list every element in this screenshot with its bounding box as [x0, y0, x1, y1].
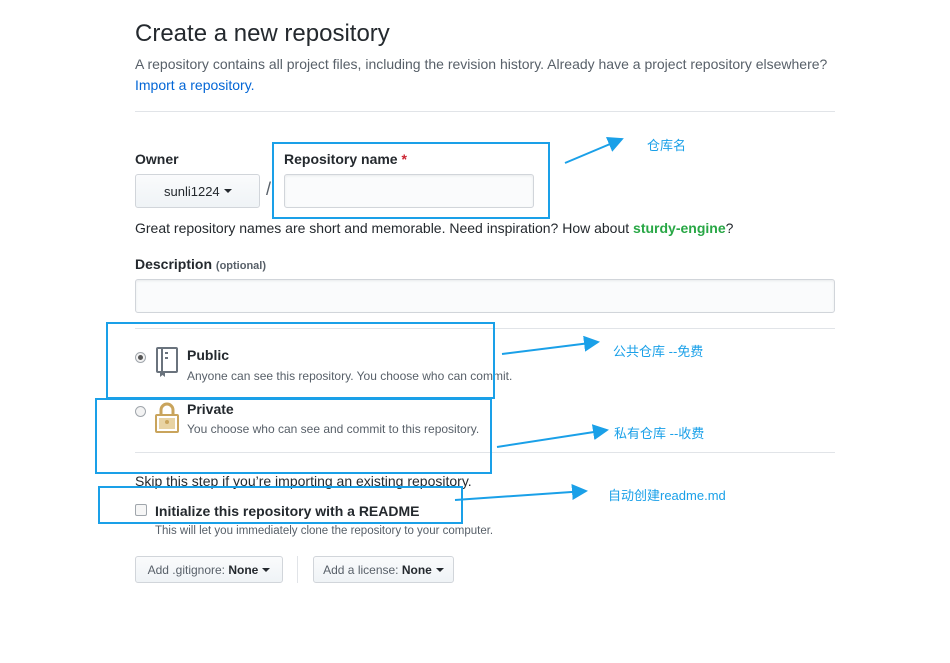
arrow-readme: [454, 483, 588, 501]
annotation-readme: 自动创建readme.md: [608, 488, 726, 503]
annotation-public: 公共仓库 --免费: [613, 344, 704, 359]
arrow-repo-name: [564, 137, 624, 164]
annotation-private: 私有仓库 --收费: [614, 426, 705, 441]
arrow-public: [501, 335, 600, 355]
annotation-repo-name: 仓库名: [647, 138, 687, 153]
arrow-private: [496, 424, 609, 448]
annotation-arrows: [454, 137, 624, 501]
